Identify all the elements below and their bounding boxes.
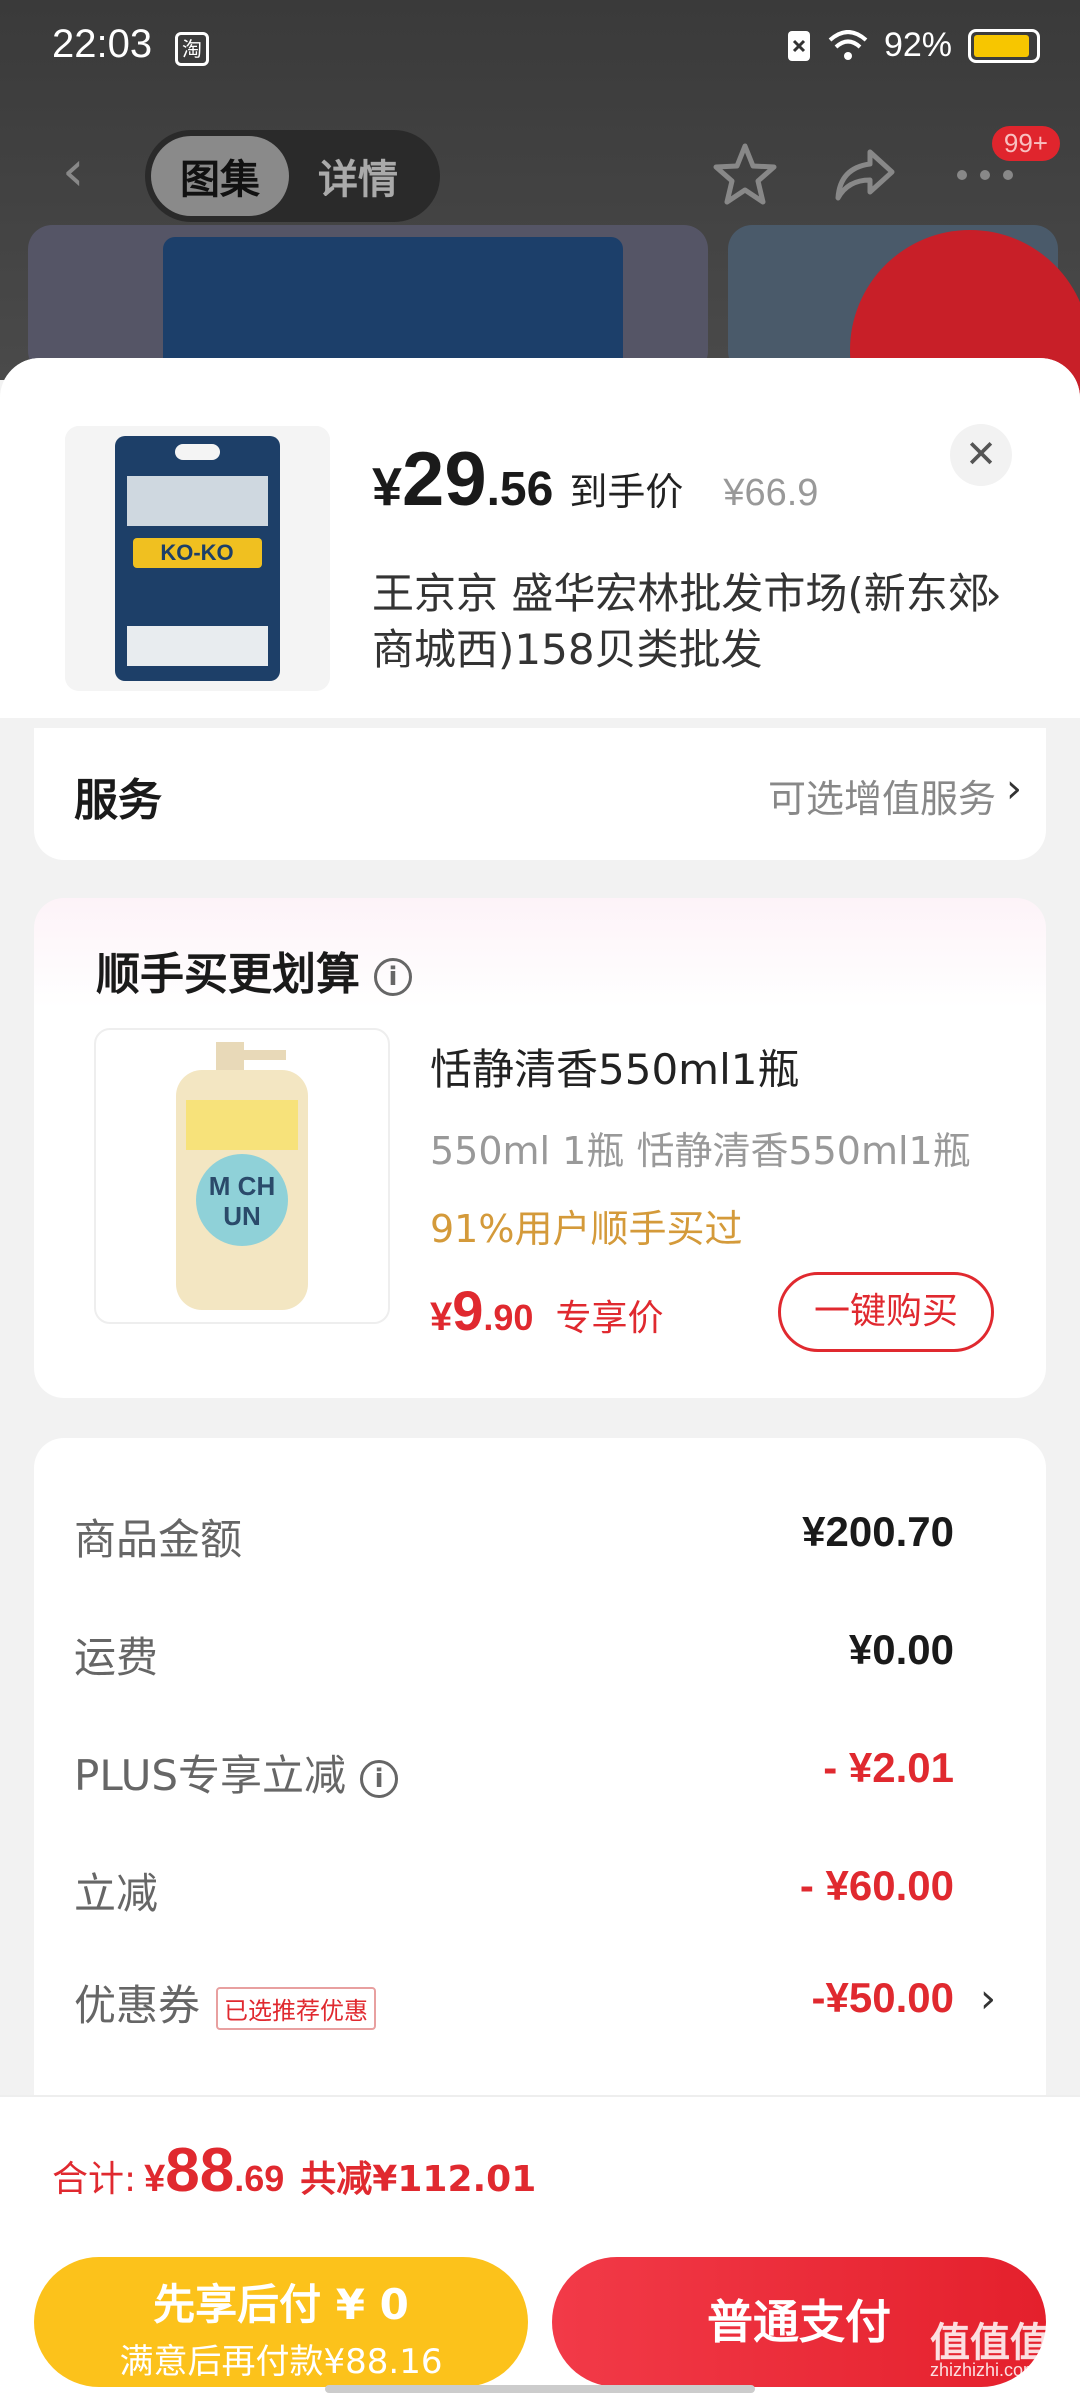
product-price: ¥ 29 .56 到手价 ¥66.9 — [372, 436, 818, 523]
pay-later-subtitle: 满意后再付款¥88.16 — [119, 2342, 443, 2382]
bundle-popularity: 91%用户顺手买过 — [430, 1207, 743, 1251]
bundle-price-currency: ¥ — [430, 1295, 453, 1339]
chevron-right-icon[interactable]: › — [985, 570, 1002, 619]
rice-bag-image: KO-KO — [65, 426, 330, 691]
coupon-recommended-tag: 已选推荐优惠 — [216, 1987, 377, 2030]
svg-text:UN: UN — [223, 1201, 261, 1231]
total-decimal: .69 — [234, 2158, 285, 2199]
order-total: 合计: ¥ 88 .69 共减¥112.01 — [52, 2135, 536, 2206]
price-label: 到手价 — [569, 470, 684, 514]
taobao-notification-icon: 淘 — [175, 32, 209, 66]
chevron-right-icon[interactable]: › — [980, 1976, 996, 2022]
total-currency: ¥ — [144, 2158, 166, 2200]
status-bar: 22:03 淘 92% — [0, 0, 1080, 100]
total-label: 合计: — [52, 2159, 137, 2200]
message-count-badge: 99+ — [991, 126, 1060, 161]
summary-row-goods: 商品金额 ¥200.70 — [74, 1496, 1014, 1576]
original-price: ¥66.9 — [723, 472, 819, 514]
svg-text:KO-KO: KO-KO — [160, 540, 233, 565]
info-icon[interactable]: i — [374, 958, 412, 996]
row-label: 立减 — [74, 1869, 159, 1918]
row-value: ¥200.70 — [802, 1508, 954, 1555]
checkout-sheet: KO-KO ¥ 29 .56 到手价 ¥66.9 ✕ 王京京 盛华宏林批发市场(… — [0, 358, 1080, 2400]
bundle-price: ¥ 9 .90 专享价 — [430, 1278, 663, 1343]
total-savings: 共减¥112.01 — [300, 2159, 537, 2200]
status-time: 22:03 — [52, 22, 153, 66]
one-click-buy-button[interactable]: 一键购买 — [778, 1272, 994, 1352]
price-decimal: .56 — [486, 463, 554, 516]
service-card[interactable]: 服务 可选增值服务 › — [34, 728, 1046, 860]
gallery-image[interactable] — [28, 225, 708, 375]
row-value: - ¥60.00 — [799, 1862, 954, 1909]
row-label: PLUS专享立减 i — [74, 1742, 399, 1803]
service-option[interactable]: 可选增值服务 — [768, 768, 996, 823]
order-summary-card: 商品金额 ¥200.70 运费 ¥0.00 PLUS专享立减 i - ¥2.01 … — [34, 1438, 1046, 2138]
shop-name[interactable]: 王京京 盛华宏林批发市场(新东郊商城西)158贝类批发 — [372, 566, 1002, 678]
bundle-header: 顺手买更划算 i — [96, 938, 412, 1002]
row-value: -¥50.00 — [811, 1974, 954, 2021]
nav-actions — [710, 140, 1020, 210]
watermark-url: zhizhizhi.com — [930, 2360, 1039, 2380]
summary-row-coupon[interactable]: 优惠券 已选推荐优惠 -¥50.00 › — [74, 1962, 1014, 2042]
summary-row-shipping: 运费 ¥0.00 — [74, 1614, 1014, 1694]
close-button[interactable]: ✕ — [950, 424, 1012, 486]
price-integer: 29 — [402, 437, 487, 522]
product-image: KO-KO — [65, 426, 330, 691]
row-value: - ¥2.01 — [823, 1744, 954, 1791]
chevron-right-icon[interactable]: › — [1006, 766, 1022, 812]
row-label: 商品金额 — [74, 1515, 243, 1564]
top-nav: ‹ 图集 详情 99+ — [0, 126, 1080, 222]
tab-details[interactable]: 详情 — [289, 136, 427, 216]
bundle-price-integer: 9 — [452, 1279, 484, 1342]
battery-percent: 92% — [883, 26, 952, 64]
status-indicators: 92% — [786, 26, 1040, 65]
svg-text:M CH: M CH — [209, 1171, 275, 1201]
checkout-bar: 合计: ¥ 88 .69 共减¥112.01 先享后付 ¥ 0 满意后再付款¥8… — [0, 2095, 1080, 2400]
summary-row-instant-discount: 立减 - ¥60.00 — [74, 1850, 1014, 1930]
service-title: 服务 — [74, 775, 162, 826]
info-icon[interactable]: i — [360, 1759, 399, 1798]
tab-gallery[interactable]: 图集 — [151, 136, 289, 216]
summary-row-plus-discount: PLUS专享立减 i - ¥2.01 — [74, 1732, 1014, 1812]
bundle-title: 顺手买更划算 — [96, 949, 360, 1000]
bundle-product-spec: 550ml 1瓶 恬静清香550ml1瓶 — [430, 1129, 971, 1173]
battery-icon — [968, 28, 1040, 63]
bundle-product-image[interactable]: M CH UN — [94, 1028, 390, 1324]
total-integer: 88 — [165, 2136, 235, 2205]
bundle-price-decimal: .90 — [483, 1297, 534, 1338]
sim-card-icon — [787, 30, 810, 61]
share-icon[interactable] — [830, 140, 900, 210]
bundle-product-name[interactable]: 恬静清香550ml1瓶 — [430, 1036, 799, 1097]
price-currency: ¥ — [372, 457, 403, 517]
row-label: 优惠券 已选推荐优惠 — [74, 1972, 377, 2033]
bundle-price-tag: 专享价 — [555, 1298, 664, 1339]
bundle-card: 顺手买更划算 i M CH UN 恬静清香550ml1瓶 550ml 1瓶 恬静清… — [34, 898, 1046, 1398]
product-summary: KO-KO ¥ 29 .56 到手价 ¥66.9 ✕ 王京京 盛华宏林批发市场(… — [0, 358, 1080, 718]
home-indicator[interactable] — [325, 2385, 755, 2393]
pay-later-title: 先享后付 ¥ 0 — [153, 2280, 409, 2329]
wifi-icon — [828, 29, 868, 60]
favorite-star-icon[interactable] — [710, 140, 780, 210]
pay-later-button[interactable]: 先享后付 ¥ 0 满意后再付款¥88.16 — [34, 2257, 528, 2387]
back-arrow-icon[interactable]: ‹ — [62, 144, 102, 200]
shower-gel-bottle-image: M CH UN — [176, 1042, 308, 1310]
view-tabs: 图集 详情 — [145, 130, 440, 222]
row-value: ¥0.00 — [848, 1626, 954, 1673]
row-label: 运费 — [74, 1633, 159, 1682]
background-page: 22:03 淘 92% ‹ 图集 详情 99+ — [0, 0, 1080, 470]
